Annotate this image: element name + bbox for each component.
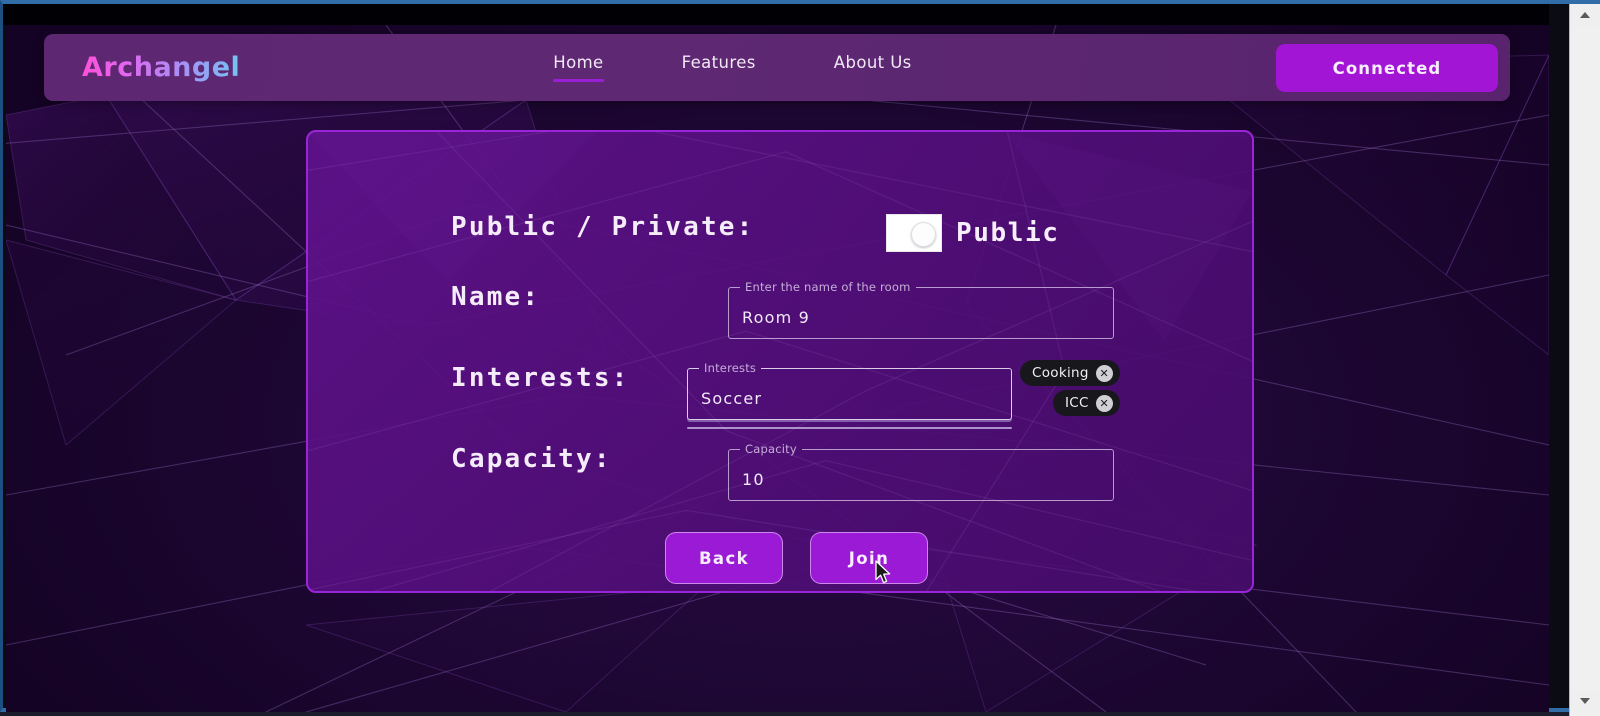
browser-chrome-strip [3,4,1549,25]
wallet-connected-button[interactable]: Connected [1276,44,1498,92]
interest-chip-cooking[interactable]: Cooking ✕ [1020,360,1120,386]
capacity-row: Capacity: [451,444,612,474]
join-button[interactable]: Join [810,532,928,584]
visibility-row: Public / Private: [451,212,755,242]
vertical-scrollbar[interactable] [1569,4,1600,716]
nav-item-features[interactable]: Features [682,53,756,82]
chip-remove-icon[interactable]: ✕ [1096,395,1113,412]
main-navigation: Home Features About Us [553,53,911,82]
chip-label: ICC [1065,395,1089,411]
room-name-field-label: Enter the name of the room [740,282,916,294]
page-viewport: Archangel Home Features About Us Connect… [6,25,1549,712]
brand-logo[interactable]: Archangel [82,52,240,83]
capacity-field-label: Capacity [740,444,802,456]
interest-chip-list: Cooking ✕ ICC ✕ [1020,360,1120,416]
form-actions: Back Join [665,532,928,584]
visibility-value-text: Public [956,218,1060,248]
back-button[interactable]: Back [665,532,783,584]
interests-input[interactable] [687,378,1012,418]
name-label: Name: [451,282,540,312]
capacity-label: Capacity: [451,444,612,474]
name-row: Name: [451,282,540,312]
browser-window: Archangel Home Features About Us Connect… [0,0,1600,712]
site-header: Archangel Home Features About Us Connect… [44,34,1510,101]
interests-field-label: Interests [699,363,761,375]
visibility-label: Public / Private: [451,212,755,242]
nav-item-home[interactable]: Home [553,53,603,82]
scroll-up-arrow-icon[interactable] [1570,4,1600,26]
capacity-input[interactable] [728,459,1114,499]
interests-field: Interests [687,370,1012,420]
nav-item-about-us[interactable]: About Us [834,53,912,82]
capacity-field: Capacity [728,451,1114,501]
chip-label: Cooking [1032,365,1089,381]
interests-row: Interests: [451,363,630,393]
room-name-input[interactable] [728,297,1114,337]
interests-label: Interests: [451,363,630,393]
chip-remove-icon[interactable]: ✕ [1096,365,1113,382]
scroll-down-arrow-icon[interactable] [1570,690,1600,712]
interest-chip-icc[interactable]: ICC ✕ [1053,390,1120,416]
visibility-control: Public [886,214,1060,252]
room-name-field: Enter the name of the room [728,289,1114,339]
visibility-toggle-switch[interactable] [886,214,942,252]
create-room-form-card: Public / Private: Public Name: Enter the… [306,130,1254,593]
toggle-knob [911,222,936,247]
